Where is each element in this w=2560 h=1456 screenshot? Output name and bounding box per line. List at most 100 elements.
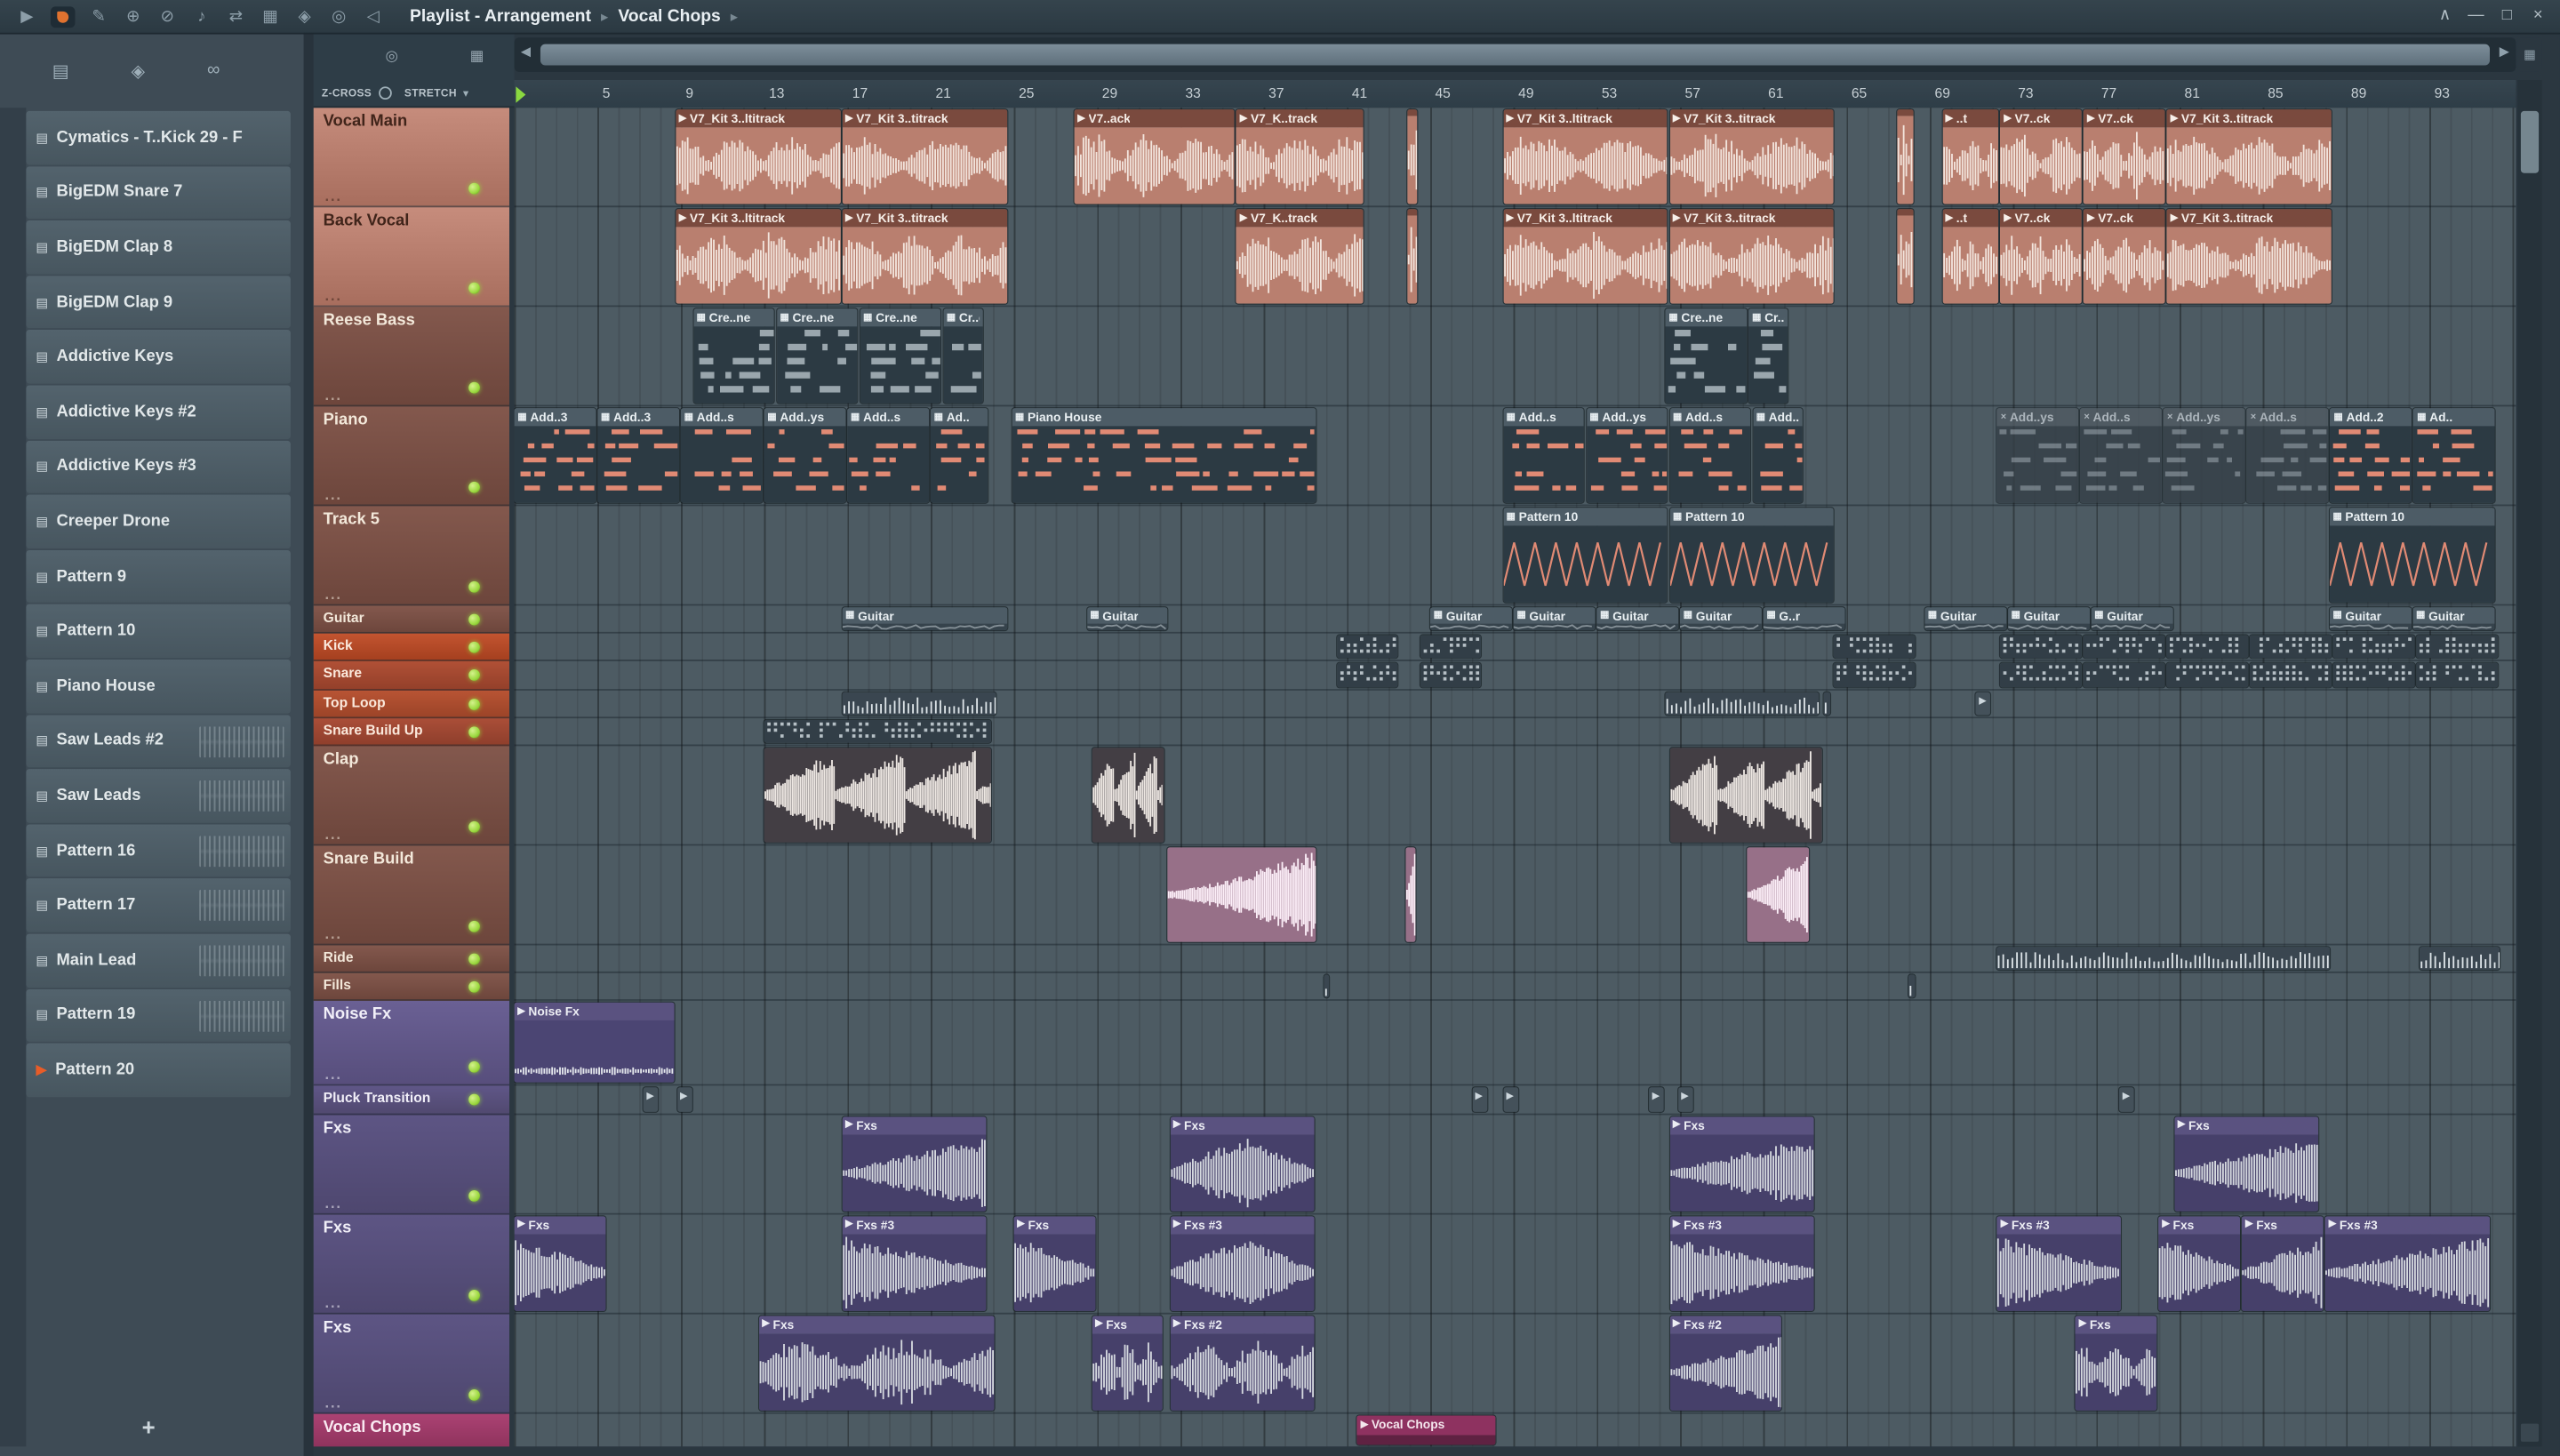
track-led[interactable] — [468, 282, 480, 294]
clip[interactable]: ▶ Fxs — [2158, 1215, 2241, 1311]
clip[interactable]: ▦ Add..s — [1502, 408, 1585, 503]
track-header[interactable]: Noise Fx... — [313, 1001, 510, 1087]
track-led[interactable] — [468, 820, 480, 833]
clip[interactable]: ▶ Fxs — [1170, 1116, 1314, 1212]
clip[interactable]: ▶ Fxs — [842, 1116, 987, 1212]
browser-item[interactable]: ▤ Pattern 10 — [26, 604, 291, 659]
clip[interactable]: ▦Cr..e — [943, 308, 983, 404]
track-header[interactable]: Kick — [313, 633, 510, 662]
clip[interactable]: ▦ Add..ys — [764, 408, 846, 503]
clip[interactable] — [1336, 663, 1397, 687]
clip[interactable] — [2084, 663, 2165, 687]
clip[interactable]: ▦ Guitar — [1513, 607, 1596, 631]
clip[interactable] — [2000, 635, 2083, 659]
minimize-button[interactable]: — — [2460, 4, 2492, 29]
clip[interactable]: ▶ V7..ck — [2000, 109, 2083, 204]
browser-item[interactable]: ▤ Piano House — [26, 659, 291, 713]
clip[interactable] — [1167, 847, 1316, 942]
hscroll-thumb[interactable] — [540, 44, 2491, 66]
clip[interactable]: ▶ V7_Kit 3..titrack — [1669, 109, 1835, 204]
clip[interactable]: ▶ Fxs #3 — [1669, 1215, 1813, 1311]
clip[interactable] — [1405, 847, 1416, 942]
clip[interactable]: ▶ V7..ck — [2084, 209, 2165, 304]
clip[interactable]: ▶ V7_Kit 3..titrack — [842, 209, 1007, 304]
fl-logo-icon[interactable] — [50, 5, 76, 28]
track-led[interactable] — [468, 920, 480, 932]
clip[interactable]: ▦ Add..3 — [597, 408, 679, 503]
clip[interactable]: ▶ V7_Kit 3..ltitrack — [1502, 209, 1668, 304]
track-led[interactable] — [468, 613, 480, 626]
clip[interactable]: ▶ Fxs #2 — [1170, 1315, 1314, 1411]
track-header[interactable]: Piano... — [313, 406, 510, 507]
browser-item[interactable]: ▤ Saw Leads — [26, 769, 291, 823]
horizontal-scrollbar[interactable]: ◀ ▶ — [514, 37, 2516, 72]
clip[interactable]: ▶ Fxs — [758, 1315, 995, 1411]
clip[interactable]: ▶ V7_K..track — [1236, 109, 1364, 204]
clip[interactable] — [1324, 974, 1330, 998]
clip[interactable] — [2333, 635, 2415, 659]
clip[interactable]: ▶ V7_Kit 3..titrack — [1669, 209, 1835, 304]
browser-item[interactable]: ▤ Cymatics - T..Kick 29 - F — [26, 110, 291, 164]
clip[interactable] — [2417, 663, 2499, 687]
sort-icon[interactable]: ◈ — [132, 60, 146, 81]
track-header[interactable]: Fills — [313, 973, 510, 1002]
clip[interactable]: ▶ — [1975, 692, 1991, 716]
add-button[interactable]: + — [127, 1411, 170, 1444]
track-led[interactable] — [468, 1189, 480, 1202]
zoom-icon[interactable]: ◎ — [322, 7, 356, 25]
track-header[interactable]: Back Vocal... — [313, 207, 510, 308]
draw-tool-icon[interactable]: ✎ — [82, 7, 116, 25]
clip[interactable]: ▦ Guitar — [1679, 607, 1762, 631]
scroll-left-icon[interactable]: ◀ — [521, 44, 531, 60]
track-led[interactable] — [468, 726, 480, 739]
track-led[interactable] — [468, 1061, 480, 1074]
browser-item[interactable]: ▤ Addictive Keys #2 — [26, 385, 291, 439]
track-led[interactable] — [468, 1094, 480, 1107]
clip[interactable]: ▶ — [643, 1087, 659, 1112]
clip[interactable] — [1834, 635, 1916, 659]
clip[interactable]: ▶ V7_Kit 3..ltitrack — [1502, 109, 1668, 204]
clip[interactable]: ▦ Cre..ne — [776, 308, 859, 404]
clip[interactable] — [764, 719, 992, 743]
clip[interactable]: ▦ Guitar — [2007, 607, 2090, 631]
clip[interactable]: ▦ Cre..ne — [860, 308, 941, 404]
clip[interactable] — [1407, 109, 1418, 204]
multilink-icon[interactable]: ◈ — [287, 7, 322, 25]
track-led[interactable] — [468, 981, 480, 994]
playlist-options-button[interactable]: ▦ — [2517, 37, 2542, 72]
close-button[interactable]: × — [2523, 4, 2554, 29]
clip[interactable]: ▶ — [1648, 1087, 1664, 1112]
clip[interactable]: ▦ Cre..ne — [692, 308, 775, 404]
browser-item[interactable]: ▤ BigEDM Clap 9 — [26, 276, 291, 329]
browser-item[interactable]: ▤ Saw Leads #2 — [26, 714, 291, 768]
clip[interactable] — [1420, 635, 1481, 659]
browser-item[interactable]: ▤ Pattern 16 — [26, 824, 291, 877]
clip[interactable] — [2417, 635, 2499, 659]
browser-item[interactable]: ▤ Addictive Keys — [26, 330, 291, 384]
playlist-grid[interactable]: ▶ V7_Kit 3..ltitrack ▶ V7_Kit 3..titrack ▶ V7… — [514, 108, 2516, 1447]
track-lane[interactable] — [514, 1413, 2516, 1447]
collapse-button[interactable]: ∧ — [2429, 4, 2460, 29]
clip[interactable]: ▶ Fxs #3 — [1997, 1215, 2121, 1311]
swap-icon[interactable]: ⇄ — [219, 7, 253, 25]
clip[interactable]: ▦ Add..s — [1669, 408, 1751, 503]
clip[interactable]: ▦ Guitar — [1086, 607, 1168, 631]
maximize-button[interactable]: □ — [2492, 4, 2523, 29]
clip[interactable] — [1997, 947, 2331, 971]
track-led[interactable] — [468, 580, 480, 593]
clip[interactable]: ▦ Cre..ne — [1665, 308, 1748, 404]
browser-item[interactable]: ▤ Pattern 9 — [26, 549, 291, 604]
clip[interactable]: ▶ Fxs #3 — [1170, 1215, 1314, 1311]
clip[interactable]: × Add..ys — [2164, 408, 2245, 503]
clip[interactable]: ▶ V7..ck — [2000, 209, 2083, 304]
clip[interactable]: ▶ Noise Fx — [514, 1003, 676, 1084]
clip[interactable] — [1746, 847, 1810, 942]
clip[interactable]: ▶ V7..ack — [1074, 109, 1236, 204]
picker-icon[interactable]: ◎ — [385, 47, 397, 65]
zcross-toggle[interactable]: Z-CROSS — [322, 87, 372, 99]
metronome-icon[interactable]: ♪ — [185, 7, 220, 25]
clip[interactable]: ▶ Fxs — [2174, 1116, 2318, 1212]
clip[interactable]: ▦ Add.. — [1752, 408, 1804, 503]
browser-item[interactable]: ▤ Pattern 19 — [26, 988, 291, 1043]
clip[interactable] — [2000, 663, 2083, 687]
